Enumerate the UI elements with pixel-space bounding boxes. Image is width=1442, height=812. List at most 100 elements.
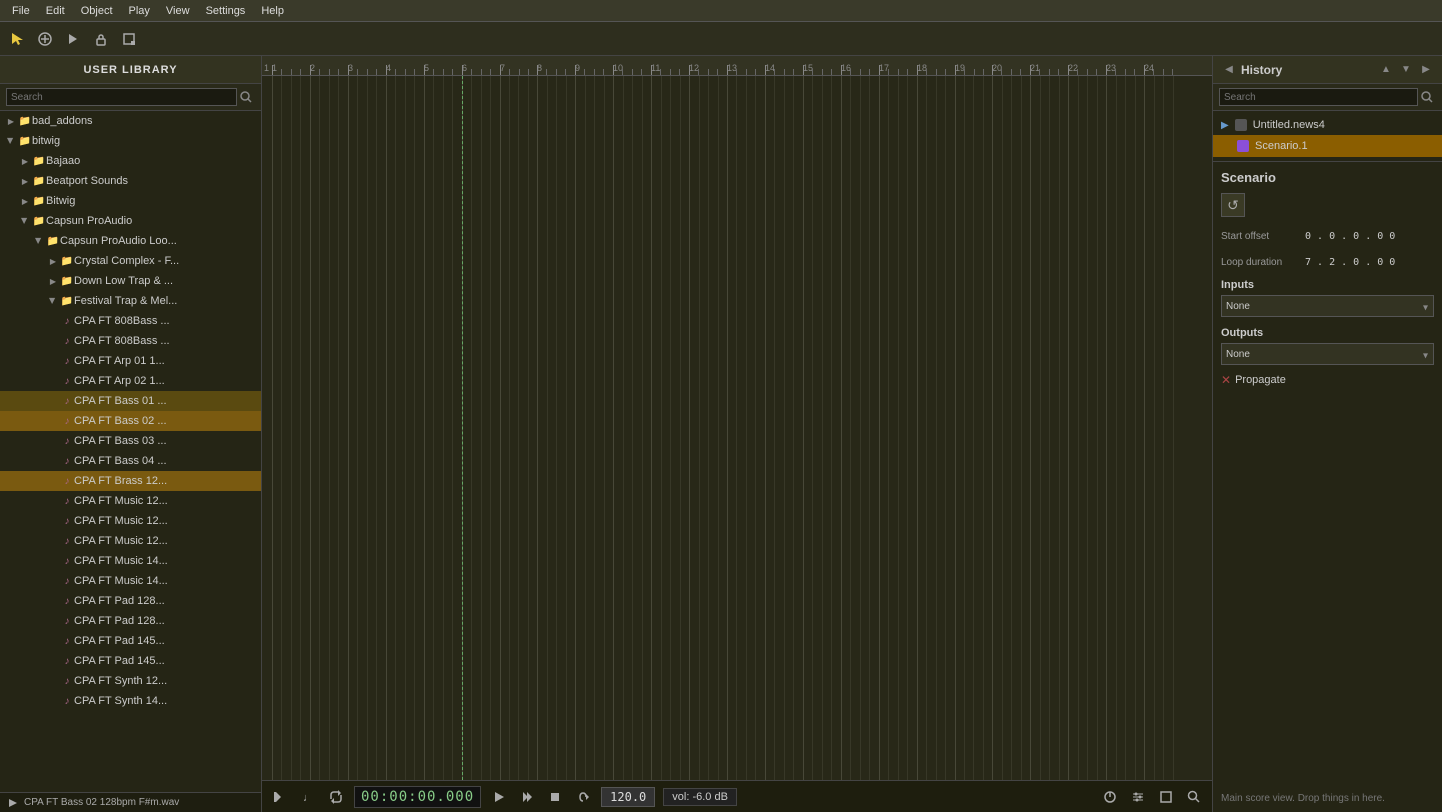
select-tool-btn[interactable] — [6, 28, 28, 50]
tempo-display[interactable]: 120.0 — [601, 787, 655, 807]
power-btn[interactable] — [1100, 787, 1120, 807]
transport-loop-btn[interactable] — [326, 787, 346, 807]
tree-arrow: ▶ — [46, 254, 60, 268]
tree-item-cpa-pad-145-1[interactable]: ♪ CPA FT Pad 145... — [0, 631, 261, 651]
tree-item-cpa-music-14-1[interactable]: ♪ CPA FT Music 14... — [0, 551, 261, 571]
loop-toggle-btn[interactable]: ↺ — [1221, 193, 1245, 217]
tree-label: CPA FT 808Bass ... — [74, 335, 170, 347]
tree-item-cpa-music-14-2[interactable]: ♪ CPA FT Music 14... — [0, 571, 261, 591]
menu-play[interactable]: Play — [121, 3, 158, 19]
tree-arrow-bad-addons: ▶ — [4, 114, 18, 128]
menu-object[interactable]: Object — [73, 3, 121, 19]
music-icon: ♪ — [60, 534, 74, 548]
history-item-untitled[interactable]: ▶ Untitled.news4 — [1213, 115, 1442, 135]
menu-edit[interactable]: Edit — [38, 3, 73, 19]
transport-return-btn[interactable] — [270, 787, 290, 807]
tree-container[interactable]: ▶ 📁 bad_addons ▶ 📁 bitwig ▶ 📁 Bajaao ▶ 📁… — [0, 111, 261, 792]
music-icon: ♪ — [60, 574, 74, 588]
tree-item-cpa-808bass-2[interactable]: ♪ CPA FT 808Bass ... — [0, 331, 261, 351]
panel-up-arrow[interactable]: ▲ — [1378, 62, 1394, 78]
transport-bar: ♩ 00:00:00.000 120.0 — [262, 780, 1212, 812]
outputs-select[interactable]: None — [1221, 343, 1434, 365]
loop-duration-row: Loop duration 7 . 2 . 0 . 0 0 — [1221, 251, 1434, 273]
tree-label: CPA FT Music 14... — [74, 575, 168, 587]
lock-tool-btn[interactable] — [90, 28, 112, 50]
tree-label: CPA FT Arp 01 1... — [74, 355, 165, 367]
search-transport-btn[interactable] — [1184, 787, 1204, 807]
tree-item-capsun[interactable]: ▶ 📁 Capsun ProAudio — [0, 211, 261, 231]
tree-item-cpa-bass-04[interactable]: ♪ CPA FT Bass 04 ... — [0, 451, 261, 471]
tree-item-bajaao[interactable]: ▶ 📁 Bajaao — [0, 151, 261, 171]
tree-item-cpa-arp-01[interactable]: ♪ CPA FT Arp 01 1... — [0, 351, 261, 371]
tree-item-cpa-music-12-3[interactable]: ♪ CPA FT Music 12... — [0, 531, 261, 551]
music-icon: ♪ — [60, 334, 74, 348]
tree-item-cpa-bass-03[interactable]: ♪ CPA FT Bass 03 ... — [0, 431, 261, 451]
tree-item-cpa-bass-02[interactable]: ♪ CPA FT Bass 02 ... — [0, 411, 261, 431]
menu-file[interactable]: File — [4, 3, 38, 19]
loop-duration-value: 7 . 2 . 0 . 0 0 — [1305, 257, 1395, 268]
search-input[interactable] — [6, 88, 237, 106]
tree-item-cpa-bass-01[interactable]: ♪ CPA FT Bass 01 ... — [0, 391, 261, 411]
music-icon: ♪ — [60, 454, 74, 468]
add-tool-btn[interactable] — [34, 28, 56, 50]
tree-item-beatport[interactable]: ▶ 📁 Beatport Sounds — [0, 171, 261, 191]
history-search-input[interactable] — [1219, 88, 1418, 106]
stop-btn[interactable] — [545, 787, 565, 807]
tree-item-cpa-synth-14[interactable]: ♪ CPA FT Synth 14... — [0, 691, 261, 711]
tree-label: CPA FT Bass 01 ... — [74, 395, 167, 407]
tree-item-cpa-synth-12[interactable]: ♪ CPA FT Synth 12... — [0, 671, 261, 691]
scenario-panel: Scenario ↺ Start offset 0 . 0 . 0 . 0 0 … — [1213, 161, 1442, 395]
loop-duration-label: Loop duration — [1221, 257, 1301, 268]
record-btn[interactable] — [573, 787, 593, 807]
expand-btn[interactable] — [1156, 787, 1176, 807]
propagate-close-btn[interactable]: ✕ — [1221, 373, 1231, 387]
toolbar — [0, 22, 1442, 56]
tree-item-cpa-pad-128-1[interactable]: ♪ CPA FT Pad 128... — [0, 591, 261, 611]
tree-item-cpa-music-12-2[interactable]: ♪ CPA FT Music 12... — [0, 511, 261, 531]
tree-item-cpa-brass-12[interactable]: ♪ CPA FT Brass 12... — [0, 471, 261, 491]
tree-arrow: ▶ — [18, 174, 32, 188]
panel-left-arrow[interactable]: ◀ — [1221, 62, 1237, 78]
resize-tool-btn[interactable] — [118, 28, 140, 50]
tree-arrow-bitwig: ▶ — [4, 134, 18, 148]
tree-item-cpa-pad-145-2[interactable]: ♪ CPA FT Pad 145... — [0, 651, 261, 671]
panel-right-arrow[interactable]: ▶ — [1418, 62, 1434, 78]
right-panel-header: ◀ History ▲ ▼ ▶ — [1213, 56, 1442, 84]
tree-arrow: ▶ — [46, 274, 60, 288]
inputs-select[interactable]: None — [1221, 295, 1434, 317]
tree-item-cpa-music-12-1[interactable]: ♪ CPA FT Music 12... — [0, 491, 261, 511]
menu-help[interactable]: Help — [253, 3, 292, 19]
play-tool-btn[interactable] — [62, 28, 84, 50]
tree-item-cpa-808bass-1[interactable]: ♪ CPA FT 808Bass ... — [0, 311, 261, 331]
play-btn[interactable] — [489, 787, 509, 807]
history-search-icon[interactable] — [1418, 88, 1436, 106]
music-icon: ♪ — [60, 514, 74, 528]
tree-label: CPA FT Synth 14... — [74, 695, 167, 707]
outputs-section-title: Outputs — [1221, 327, 1434, 339]
tree-item-bitwig-sub[interactable]: ▶ 📁 Bitwig — [0, 191, 261, 211]
menu-settings[interactable]: Settings — [198, 3, 254, 19]
tree-item-bad-addons[interactable]: ▶ 📁 bad_addons — [0, 111, 261, 131]
transport-note-btn[interactable]: ♩ — [298, 787, 318, 807]
search-icon[interactable] — [237, 88, 255, 106]
tree-item-festival-trap[interactable]: ▶ 📁 Festival Trap & Mel... — [0, 291, 261, 311]
play-from-start-btn[interactable] — [517, 787, 537, 807]
mixer-btn[interactable] — [1128, 787, 1148, 807]
tree-item-cpa-arp-02[interactable]: ♪ CPA FT Arp 02 1... — [0, 371, 261, 391]
tree-item-capsun-loops[interactable]: ▶ 📁 Capsun ProAudio Loo... — [0, 231, 261, 251]
tree-item-crystal-complex[interactable]: ▶ 📁 Crystal Complex - F... — [0, 251, 261, 271]
tree-label: CPA FT Brass 12... — [74, 475, 167, 487]
score-area[interactable] — [262, 76, 1212, 780]
menu-view[interactable]: View — [158, 3, 198, 19]
music-icon: ♪ — [60, 434, 74, 448]
tree-item-bitwig[interactable]: ▶ 📁 bitwig — [0, 131, 261, 151]
tree-label-down-low: Down Low Trap & ... — [74, 275, 173, 287]
panel-down-arrow[interactable]: ▼ — [1398, 62, 1414, 78]
history-item-scenario1[interactable]: Scenario.1 — [1213, 135, 1442, 157]
tree-item-cpa-pad-128-2[interactable]: ♪ CPA FT Pad 128... — [0, 611, 261, 631]
tree-item-down-low-trap[interactable]: ▶ 📁 Down Low Trap & ... — [0, 271, 261, 291]
bottom-file-info: CPA FT Bass 02 128bpm F#m.wav — [0, 792, 261, 812]
tree-label: CPA FT Bass 04 ... — [74, 455, 167, 467]
music-icon: ♪ — [60, 674, 74, 688]
inputs-section-title: Inputs — [1221, 279, 1434, 291]
